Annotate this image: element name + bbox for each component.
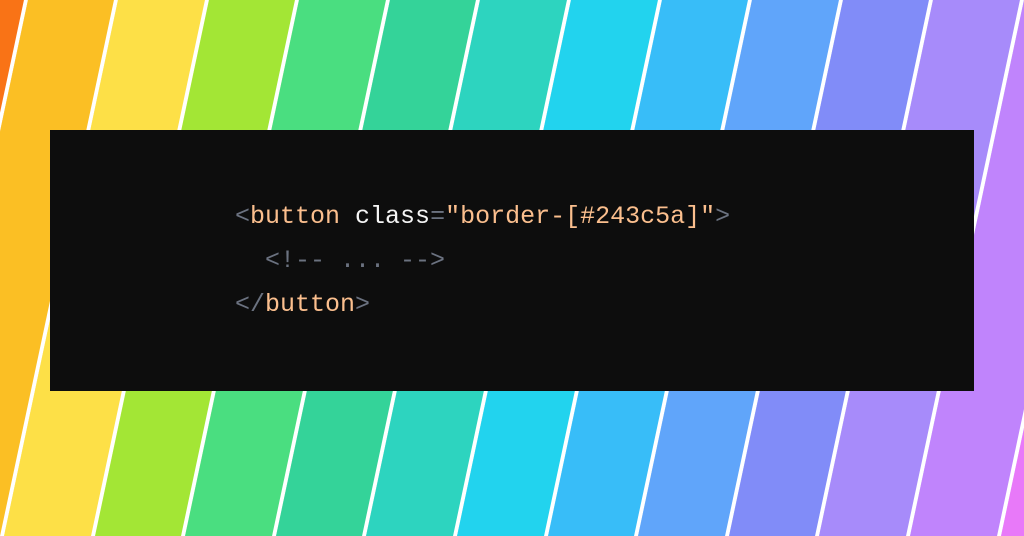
angle-bracket-open-slash: </ xyxy=(235,290,265,319)
angle-bracket-close: > xyxy=(355,290,370,319)
angle-bracket-open: < xyxy=(235,202,250,231)
attr-class: class xyxy=(355,202,430,231)
quote-open: " xyxy=(445,202,460,231)
attr-value: border-[#243c5a] xyxy=(460,202,700,231)
tag-button: button xyxy=(250,202,340,231)
space xyxy=(340,202,355,231)
angle-bracket-close: > xyxy=(715,202,730,231)
code-line-3: </button> xyxy=(235,283,864,327)
html-comment: <!-- ... --> xyxy=(265,246,445,275)
tag-button-close: button xyxy=(265,290,355,319)
quote-close: " xyxy=(700,202,715,231)
equals: = xyxy=(430,202,445,231)
code-line-2: <!-- ... --> xyxy=(235,239,864,283)
code-line-1: <button class="border-[#243c5a]"> xyxy=(235,195,864,239)
code-block: <button class="border-[#243c5a]"> <!-- .… xyxy=(50,130,974,391)
